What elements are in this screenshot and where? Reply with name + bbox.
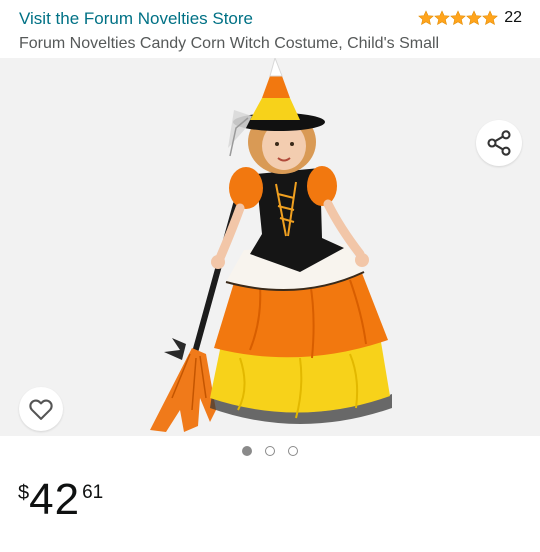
carousel-dot-1[interactable]: [242, 446, 252, 456]
carousel-dot-3[interactable]: [288, 446, 298, 456]
share-icon: [487, 130, 511, 156]
product-price: $ 42 61: [18, 476, 103, 524]
heart-outline-icon: [29, 399, 53, 420]
add-to-wishlist-button[interactable]: [19, 387, 63, 431]
star-icon: [450, 10, 467, 26]
star-icon: [434, 10, 451, 26]
product-title: Forum Novelties Candy Corn Witch Costume…: [19, 35, 440, 52]
product-header: Visit the Forum Novelties Store 22 Forum…: [0, 0, 540, 58]
carousel-pagination: [0, 446, 540, 456]
star-icon: [418, 10, 435, 26]
carousel-dot-2[interactable]: [265, 446, 275, 456]
star-rating: [418, 10, 499, 26]
price-whole: 42: [29, 475, 81, 524]
product-image-carousel[interactable]: [0, 58, 540, 436]
price-currency-symbol: $: [18, 482, 30, 504]
star-icon: [482, 10, 499, 26]
share-button[interactable]: [476, 120, 522, 166]
store-link[interactable]: Visit the Forum Novelties Store: [19, 9, 253, 29]
product-image[interactable]: [0, 58, 540, 436]
rating-count[interactable]: 22: [504, 9, 522, 27]
star-icon: [466, 10, 483, 26]
price-fraction: 61: [82, 482, 104, 503]
rating-summary[interactable]: 22: [418, 9, 522, 27]
